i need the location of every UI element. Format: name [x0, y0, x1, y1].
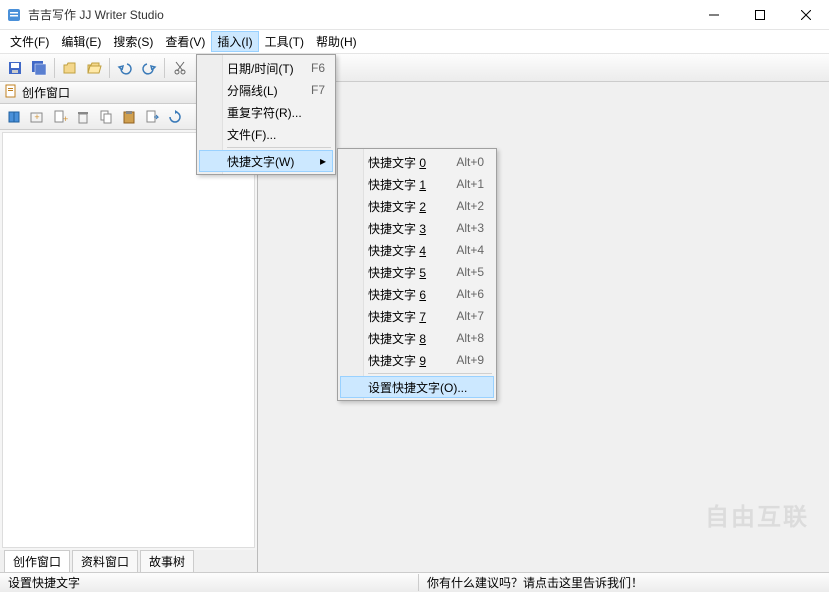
- insert-dropdown: 日期/时间(T) F6 分隔线(L) F7 重复字符(R)... 文件(F)..…: [196, 54, 336, 175]
- refresh-icon[interactable]: [165, 107, 185, 127]
- menu-view[interactable]: 查看(V): [159, 31, 211, 52]
- save-all-icon[interactable]: [28, 57, 50, 79]
- undo-icon[interactable]: [114, 57, 136, 79]
- quicktext-item-5[interactable]: 快捷文字 5Alt+5: [340, 261, 494, 283]
- open-icon[interactable]: [59, 57, 81, 79]
- book-icon[interactable]: [4, 107, 24, 127]
- quicktext-item-7[interactable]: 快捷文字 7Alt+7: [340, 305, 494, 327]
- menu-insert-file[interactable]: 文件(F)...: [199, 123, 333, 145]
- menubar: 文件(F) 编辑(E) 搜索(S) 查看(V) 插入(I) 工具(T) 帮助(H…: [0, 30, 829, 54]
- tab-story[interactable]: 故事树: [140, 550, 194, 572]
- folder-open-icon[interactable]: [83, 57, 105, 79]
- submenu-arrow-icon: ▸: [320, 154, 326, 168]
- quicktext-item-3[interactable]: 快捷文字 3Alt+3: [340, 217, 494, 239]
- quicktext-submenu: 快捷文字 0Alt+0快捷文字 1Alt+1快捷文字 2Alt+2快捷文字 3A…: [337, 148, 497, 401]
- menu-repeat-char[interactable]: 重复字符(R)...: [199, 101, 333, 123]
- svg-text:+: +: [63, 114, 68, 124]
- menu-file[interactable]: 文件(F): [4, 31, 55, 52]
- menu-datetime[interactable]: 日期/时间(T) F6: [199, 57, 333, 79]
- quicktext-item-1[interactable]: 快捷文字 1Alt+1: [340, 173, 494, 195]
- quicktext-item-0[interactable]: 快捷文字 0Alt+0: [340, 151, 494, 173]
- svg-text:+: +: [34, 112, 39, 122]
- menu-edit[interactable]: 编辑(E): [55, 31, 107, 52]
- quicktext-item-8[interactable]: 快捷文字 8Alt+8: [340, 327, 494, 349]
- paste-icon[interactable]: [119, 107, 139, 127]
- window-title: 吉吉写作 JJ Writer Studio: [28, 6, 691, 23]
- save-icon[interactable]: [4, 57, 26, 79]
- cut-icon[interactable]: [169, 57, 191, 79]
- new-folder-icon[interactable]: +: [27, 107, 47, 127]
- main-toolbar: [0, 54, 829, 82]
- tab-creation[interactable]: 创作窗口: [4, 550, 70, 572]
- export-icon[interactable]: [142, 107, 162, 127]
- menu-help[interactable]: 帮助(H): [310, 31, 363, 52]
- menu-configure-quicktext[interactable]: 设置快捷文字(O)...: [340, 376, 494, 398]
- quicktext-item-4[interactable]: 快捷文字 4Alt+4: [340, 239, 494, 261]
- maximize-button[interactable]: [737, 0, 783, 30]
- quicktext-item-6[interactable]: 快捷文字 6Alt+6: [340, 283, 494, 305]
- quicktext-item-9[interactable]: 快捷文字 9Alt+9: [340, 349, 494, 371]
- app-icon: [6, 7, 22, 23]
- quicktext-item-2[interactable]: 快捷文字 2Alt+2: [340, 195, 494, 217]
- minimize-button[interactable]: [691, 0, 737, 30]
- menu-insert[interactable]: 插入(I): [211, 31, 258, 52]
- tab-resource[interactable]: 资料窗口: [72, 550, 138, 572]
- titlebar: 吉吉写作 JJ Writer Studio: [0, 0, 829, 30]
- panel-title: 创作窗口: [22, 84, 70, 101]
- menu-search[interactable]: 搜索(S): [107, 31, 159, 52]
- watermark: 自由互联: [705, 497, 809, 532]
- delete-icon[interactable]: [73, 107, 93, 127]
- menu-divider[interactable]: 分隔线(L) F7: [199, 79, 333, 101]
- copy-icon[interactable]: [96, 107, 116, 127]
- menu-quick-text[interactable]: 快捷文字(W) ▸: [199, 150, 333, 172]
- statusbar: 设置快捷文字 你有什么建议吗？请点击这里告诉我们！: [0, 572, 829, 592]
- menu-tools[interactable]: 工具(T): [259, 31, 310, 52]
- redo-icon[interactable]: [138, 57, 160, 79]
- status-right[interactable]: 你有什么建议吗？请点击这里告诉我们！: [418, 574, 651, 591]
- panel-tabs: 创作窗口 资料窗口 故事树: [0, 550, 257, 572]
- panel-content[interactable]: [2, 132, 255, 548]
- status-left: 设置快捷文字: [0, 574, 418, 591]
- new-doc-icon[interactable]: +: [50, 107, 70, 127]
- panel-doc-icon: [4, 84, 18, 101]
- close-button[interactable]: [783, 0, 829, 30]
